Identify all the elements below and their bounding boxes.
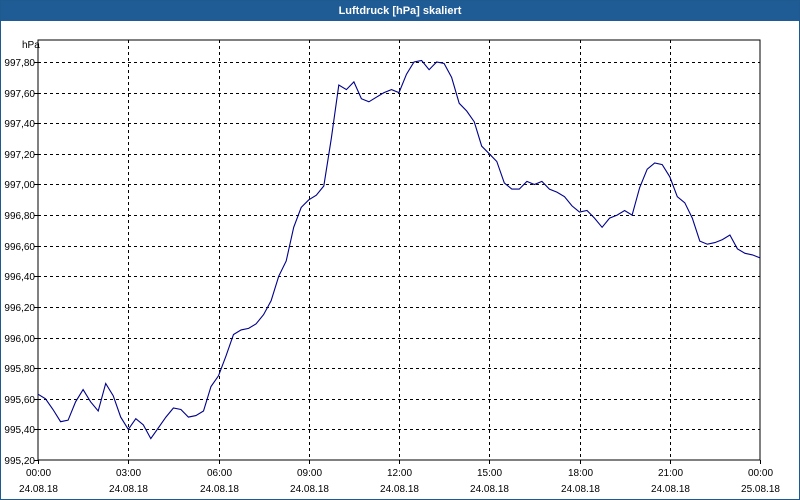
x-tick-date-label: 24.08.18 (109, 484, 148, 495)
y-tick-label: 997,20 (4, 150, 35, 161)
x-tick-time-label: 03:00 (116, 468, 141, 479)
x-tick-time-label: 15:00 (477, 468, 502, 479)
y-tick-label: 997,60 (4, 89, 35, 100)
x-tick-time-label: 09:00 (297, 468, 322, 479)
y-tick-label: 995,20 (4, 456, 35, 467)
x-tick-date-label: 25.08.18 (741, 484, 780, 495)
x-tick-date-label: 24.08.18 (200, 484, 239, 495)
x-tick-date-label: 24.08.18 (470, 484, 509, 495)
x-tick-date-label: 24.08.18 (290, 484, 329, 495)
pressure-line-chart: 995,20 995,40 995,60 995,80 996,00 996,20 996,… (4, 39, 780, 495)
x-tick-time-label: 00:00 (26, 468, 51, 479)
x-tick-time-label: 21:00 (658, 468, 683, 479)
y-tick-label: 996,20 (4, 303, 35, 314)
y-tick-label: 995,40 (4, 425, 35, 436)
x-tick-time-label: 18:00 (568, 468, 593, 479)
x-tick-date-label: 24.08.18 (380, 484, 419, 495)
y-tick-label: 995,80 (4, 364, 35, 375)
x-tick-time-label: 12:00 (387, 468, 412, 479)
x-tick-date-label: 24.08.18 (561, 484, 600, 495)
y-tick-label: 996,40 (4, 272, 35, 283)
y-axis-label: hPa (22, 40, 40, 51)
x-tick-time-label: 06:00 (207, 468, 232, 479)
y-tick-label: 996,00 (4, 334, 35, 345)
y-tick-label: 996,80 (4, 211, 35, 222)
x-tick-time-label: 00:00 (748, 468, 773, 479)
y-tick-label: 997,00 (4, 180, 35, 191)
y-tick-label: 997,80 (4, 58, 35, 69)
y-tick-label: 996,60 (4, 242, 35, 253)
x-tick-date-label: 24.08.18 (19, 484, 58, 495)
pressure-series-line (37, 59, 761, 440)
y-tick-label: 995,60 (4, 395, 35, 406)
y-tick-label: 997,40 (4, 119, 35, 130)
x-tick-date-label: 24.08.18 (651, 484, 690, 495)
